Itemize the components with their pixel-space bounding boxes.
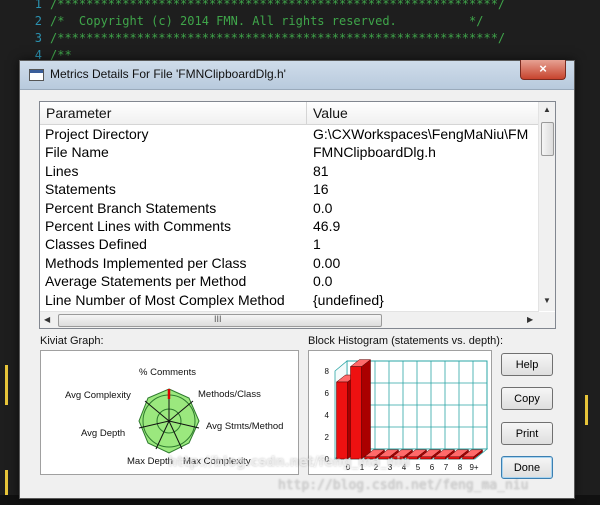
histogram-x-tick-label: 9+ xyxy=(469,463,478,472)
scroll-up-arrow-icon[interactable]: ▲ xyxy=(543,105,551,114)
table-row[interactable]: Percent Branch Statements 0.0 xyxy=(40,199,539,217)
code-line-1: 1/**************************************… xyxy=(34,0,506,11)
table-row[interactable]: Classes Defined 1 xyxy=(40,235,539,253)
histogram-y-tick-label: 8 xyxy=(325,367,330,376)
scroll-corner xyxy=(539,312,555,328)
value-cell: FMNClipboardDlg.h xyxy=(313,144,436,161)
window-icon xyxy=(29,69,44,81)
list-header: Parameter Value xyxy=(40,102,539,125)
histogram-x-tick-label: 5 xyxy=(416,463,421,472)
param-cell: Classes Defined xyxy=(45,236,147,253)
table-row[interactable]: Percent Lines with Comments 46.9 xyxy=(40,217,539,235)
title-bar[interactable]: Metrics Details For File 'FMNClipboardDl… xyxy=(20,60,574,90)
metrics-list[interactable]: Parameter Value Project Directory G:\CXWo… xyxy=(39,101,556,329)
value-cell: 1 xyxy=(313,236,321,253)
kiviat-graph-label: Kiviat Graph: xyxy=(40,335,104,347)
scroll-down-arrow-icon[interactable]: ▼ xyxy=(543,296,551,305)
value-cell: 0.0 xyxy=(313,273,333,290)
scroll-left-arrow-icon[interactable]: ◀ xyxy=(44,315,50,324)
vertical-scroll-thumb[interactable] xyxy=(541,122,554,156)
window-title: Metrics Details For File 'FMNClipboardDl… xyxy=(50,67,286,81)
column-header-parameter[interactable]: Parameter xyxy=(40,102,307,124)
kiviat-axis-label: Avg Depth xyxy=(81,428,125,439)
table-row[interactable]: Average Statements per Method 0.0 xyxy=(40,272,539,290)
param-cell: Project Directory xyxy=(45,126,149,142)
param-cell: Line Number of Most Complex Method xyxy=(45,291,285,308)
kiviat-axis-label: Avg Complexity xyxy=(65,390,131,401)
param-cell: Methods Implemented per Class xyxy=(45,254,247,271)
watermark-text: http://blog.csdn.net/feng_ma_niu xyxy=(278,478,529,493)
help-button[interactable]: Help xyxy=(501,353,553,376)
param-cell: Percent Lines with Comments xyxy=(45,218,231,234)
scroll-right-arrow-icon[interactable]: ▶ xyxy=(527,315,533,324)
histogram-bar xyxy=(336,381,348,460)
histogram-x-tick-label: 7 xyxy=(444,463,449,472)
horizontal-scrollbar[interactable]: ◀ III ▶ xyxy=(40,311,539,328)
histogram-bar xyxy=(434,456,446,460)
histogram-x-tick-label: 6 xyxy=(430,463,435,472)
done-button[interactable]: Done xyxy=(501,456,553,479)
histogram-y-tick-label: 6 xyxy=(325,389,330,398)
value-cell: 81 xyxy=(313,162,329,179)
histogram-bar-side xyxy=(361,359,371,460)
change-marker xyxy=(585,395,588,425)
histogram-y-tick-label: 4 xyxy=(325,411,330,420)
histogram-bar xyxy=(448,456,460,460)
scroll-grip: III xyxy=(214,314,222,324)
kiviat-axis-label: Max Depth xyxy=(127,456,173,467)
horizontal-scroll-thumb[interactable]: III xyxy=(58,314,382,327)
kiviat-axis-label: Avg Stmts/Method xyxy=(206,421,283,432)
close-button[interactable]: × xyxy=(520,60,566,80)
column-header-value[interactable]: Value xyxy=(307,102,539,124)
table-row[interactable]: Lines 81 xyxy=(40,162,539,180)
table-row[interactable]: Project Directory G:\CXWorkspaces\FengMaN… xyxy=(40,125,539,143)
code-line-2: 2/* Copyright (c) 2014 FMN. All rights r… xyxy=(34,14,484,28)
value-cell: 46.9 xyxy=(313,218,341,234)
vertical-scrollbar[interactable]: ▲ ▼ xyxy=(538,102,555,311)
kiviat-axis-label: % Comments xyxy=(139,367,196,378)
kiviat-axis-label: Methods/Class xyxy=(198,389,261,400)
list-body: Project Directory G:\CXWorkspaces\FengMaN… xyxy=(40,125,539,311)
table-row[interactable]: Line Number of Most Complex Method {undef… xyxy=(40,291,539,309)
param-cell: Percent Branch Statements xyxy=(45,199,217,216)
value-cell: 0.00 xyxy=(313,254,341,271)
histogram-bar xyxy=(462,456,474,460)
code-line-3: 3/**************************************… xyxy=(34,31,506,45)
value-cell: {undefined} xyxy=(313,291,384,308)
param-cell: Lines xyxy=(45,162,79,179)
change-marker xyxy=(5,365,8,405)
histogram-y-tick-label: 2 xyxy=(325,433,330,442)
param-cell: Statements xyxy=(45,181,116,198)
block-histogram-label: Block Histogram (statements vs. depth): xyxy=(308,335,504,347)
value-cell: 0.0 xyxy=(313,199,333,216)
metrics-details-dialog: Metrics Details For File 'FMNClipboardDl… xyxy=(19,60,575,499)
value-cell: G:\CXWorkspaces\FengMaNiu\FM xyxy=(313,126,529,142)
histogram-bar xyxy=(420,456,432,460)
print-button[interactable]: Print xyxy=(501,422,553,445)
param-cell: File Name xyxy=(45,144,109,161)
table-row[interactable]: Statements 16 xyxy=(40,180,539,198)
watermark-text: http://blog.csdn.net/feng_ma_niu xyxy=(168,455,410,470)
histogram-bar xyxy=(350,366,362,460)
table-row[interactable]: File Name FMNClipboardDlg.h xyxy=(40,143,539,161)
value-cell: 16 xyxy=(313,181,329,198)
table-row[interactable]: Methods Implemented per Class 0.00 xyxy=(40,254,539,272)
param-cell: Average Statements per Method xyxy=(45,273,247,290)
histogram-x-tick-label: 8 xyxy=(458,463,463,472)
copy-button[interactable]: Copy xyxy=(501,387,553,410)
